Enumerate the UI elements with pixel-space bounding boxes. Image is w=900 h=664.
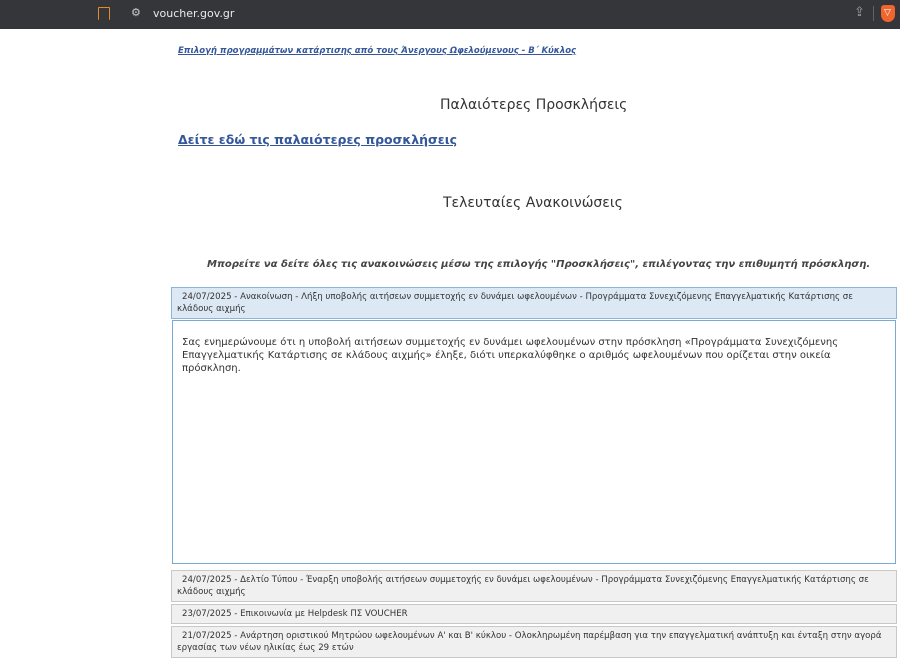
address-bar[interactable]: voucher.gov.gr <box>153 7 234 20</box>
program-selection-link[interactable]: Επιλογή προγραμμάτων κατάρτισης από τους… <box>178 46 576 56</box>
toolbar-divider <box>873 6 874 21</box>
announcement-body-panel: Σας ενημερώνουμε ότι η υποβολή αιτήσεων … <box>172 320 896 564</box>
announcement-title: - Δελτίο Τύπου - Έναρξη υποβολής αιτήσεω… <box>177 575 869 597</box>
announcement-item[interactable]: 24/07/2025 - Ανακοίνωση - Λήξη υποβολής … <box>171 287 897 319</box>
announcement-header[interactable]: 24/07/2025 - Δελτίο Τύπου - Έναρξη υποβο… <box>171 570 897 602</box>
announcement-date: 23/07/2025 <box>182 609 232 619</box>
announcement-header[interactable]: 23/07/2025 - Επικοινωνία με Helpdesk ΠΣ … <box>171 604 897 624</box>
latest-announcements-heading: Τελευταίες Ανακοινώσεις <box>443 195 623 211</box>
announcement-date: 21/07/2025 <box>182 631 232 641</box>
old-calls-heading: Παλαιότερες Προσκλήσεις <box>440 97 628 113</box>
brave-shield-icon[interactable]: ▽ <box>881 5 895 22</box>
announcement-header[interactable]: 21/07/2025 - Ανάρτηση οριστικού Μητρώου … <box>171 626 897 658</box>
bookmark-icon[interactable] <box>98 7 110 24</box>
announcement-item[interactable]: 24/07/2025 - Δελτίο Τύπου - Έναρξη υποβο… <box>171 570 897 602</box>
announcement-title: - Επικοινωνία με Helpdesk ΠΣ VOUCHER <box>231 609 408 619</box>
old-calls-link[interactable]: Δείτε εδώ τις παλαιότερες προσκλήσεις <box>178 132 457 147</box>
announcement-body: Σας ενημερώνουμε ότι η υποβολή αιτήσεων … <box>182 337 839 374</box>
announcement-title: - Ανάρτηση οριστικού Μητρώου ωφελουμένων… <box>177 631 882 653</box>
announcement-header[interactable]: 24/07/2025 - Ανακοίνωση - Λήξη υποβολής … <box>171 287 897 319</box>
announcements-note: Μπορείτε να δείτε όλες τις ανακοινώσεις … <box>207 259 871 270</box>
site-settings-icon[interactable]: ⚙ <box>131 6 141 19</box>
announcement-title: - Ανακοίνωση - Λήξη υποβολής αιτήσεων συ… <box>177 292 853 314</box>
announcement-date: 24/07/2025 <box>182 575 232 585</box>
browser-toolbar: ⚙ voucher.gov.gr ⇪ ▽ <box>0 0 900 29</box>
announcement-date: 24/07/2025 <box>182 292 232 302</box>
announcement-item[interactable]: 21/07/2025 - Ανάρτηση οριστικού Μητρώου … <box>171 626 897 658</box>
share-icon[interactable]: ⇪ <box>854 5 865 20</box>
announcement-item[interactable]: 23/07/2025 - Επικοινωνία με Helpdesk ΠΣ … <box>171 604 897 624</box>
